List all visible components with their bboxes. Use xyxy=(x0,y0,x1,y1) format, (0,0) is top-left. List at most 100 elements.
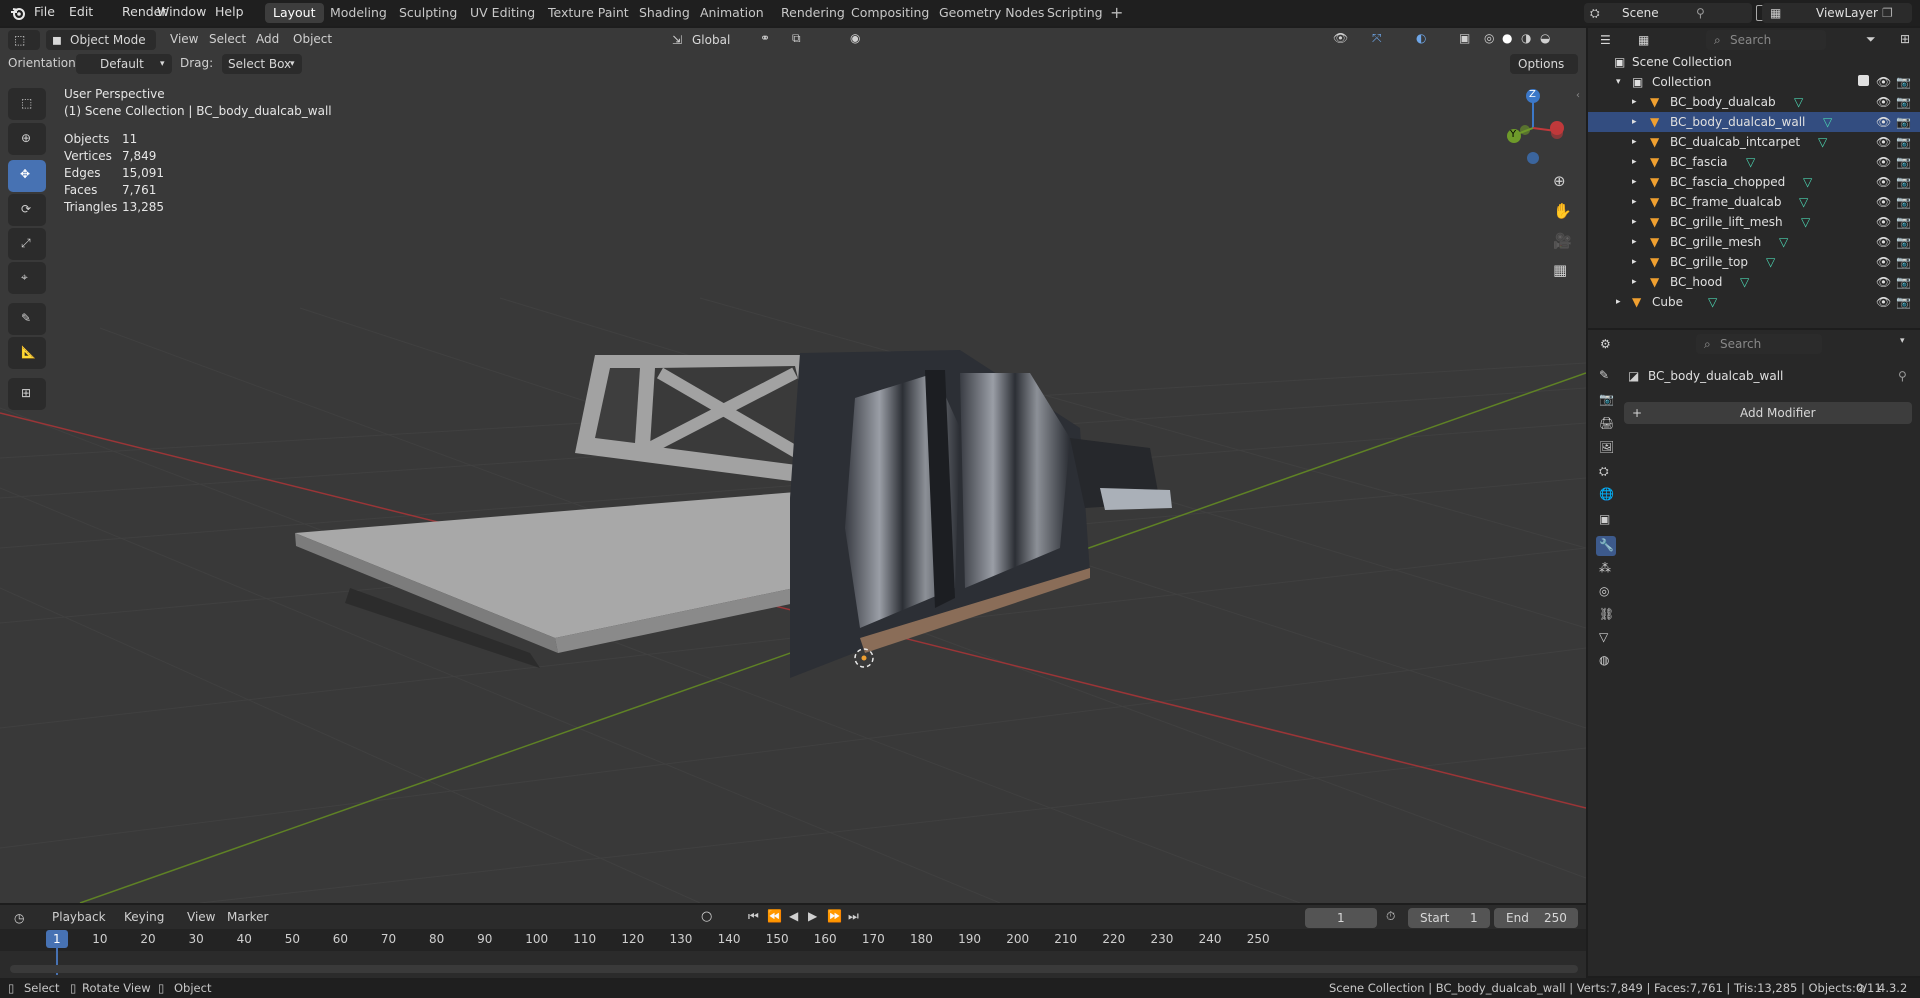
visibility-eye-icon[interactable]: 👁 xyxy=(1876,272,1891,292)
pan-hand-icon[interactable]: ✋ xyxy=(1553,202,1572,220)
render-camera-icon[interactable]: 📷 xyxy=(1896,212,1911,232)
mesh-data-icon[interactable]: ▽ xyxy=(1746,152,1755,172)
outliner-item-cube[interactable]: ▸ ▼ Cube ▽ 👁 📷 xyxy=(1588,292,1920,312)
drag-dropdown[interactable]: Select Box ▾ xyxy=(222,54,302,74)
wireframe-shading-icon[interactable]: ◎ xyxy=(1484,31,1494,45)
render-icon[interactable]: 📷 xyxy=(1596,390,1616,410)
camera-view-icon[interactable]: 🎥 xyxy=(1553,232,1572,250)
transform-orientation-selector[interactable]: ⇲ Global xyxy=(670,30,750,50)
options-button[interactable]: Options xyxy=(1510,54,1578,74)
pivot-icon[interactable]: ⚭ xyxy=(760,31,770,45)
view-layer-selector[interactable]: ▦ ViewLayer ❐ xyxy=(1762,3,1912,23)
data-icon[interactable]: ▽ xyxy=(1596,628,1616,648)
menu-playback[interactable]: Playback xyxy=(52,910,106,924)
chevron-down-icon[interactable]: ▾ xyxy=(1900,336,1905,346)
add-cube-tool[interactable]: ⊞ xyxy=(8,378,46,410)
editor-type-button[interactable]: ⬚ xyxy=(8,30,40,50)
3d-viewport[interactable]: ⬚ ◼ Object Mode View Select Add Object ⇲… xyxy=(0,28,1586,903)
outliner-item[interactable]: ▸ ▼ BC_grille_mesh 👁 📷 ▽ xyxy=(1588,232,1920,252)
visibility-eye-icon[interactable]: 👁 xyxy=(1876,152,1891,172)
outliner-item[interactable]: ▸ ▼ BC_grille_lift_mesh 👁 📷 ▽ xyxy=(1588,212,1920,232)
stopwatch-icon[interactable]: ⏱ xyxy=(1386,909,1395,924)
chevron-right-icon[interactable]: ▸ xyxy=(1632,212,1637,232)
blender-logo-icon[interactable] xyxy=(10,5,26,21)
add-workspace-icon[interactable]: + xyxy=(1110,3,1123,22)
visibility-icon[interactable]: 👁 xyxy=(1333,31,1348,45)
xray-icon[interactable]: ▣ xyxy=(1459,31,1470,45)
tab-modeling[interactable]: Modeling xyxy=(322,3,395,23)
menu-object[interactable]: Object xyxy=(293,32,332,46)
chevron-right-icon[interactable]: ▸ xyxy=(1632,132,1637,152)
modifier-icon[interactable]: 🔧 xyxy=(1596,536,1616,556)
chevron-right-icon[interactable]: ▸ xyxy=(1632,112,1637,132)
menu-edit[interactable]: Edit xyxy=(69,4,93,19)
menu-file[interactable]: File xyxy=(34,4,55,19)
timeline-scrollbar[interactable] xyxy=(10,965,1578,973)
menu-marker[interactable]: Marker xyxy=(227,910,268,924)
play-icon[interactable]: ▶ xyxy=(808,909,817,923)
scene-icon[interactable]: ⛭ xyxy=(1596,462,1616,482)
outliner-editor-type-button[interactable]: ☰ xyxy=(1596,30,1630,50)
tab-shading[interactable]: Shading xyxy=(631,3,698,23)
tool-icon[interactable]: ✎ xyxy=(1596,366,1616,386)
rendered-shading-icon[interactable]: ◒ xyxy=(1540,31,1550,45)
visibility-eye-icon[interactable]: 👁 xyxy=(1876,172,1891,192)
outliner-item[interactable]: ▸ ▼ BC_frame_dualcab 👁 📷 ▽ xyxy=(1588,192,1920,212)
render-camera-icon[interactable]: 📷 xyxy=(1896,292,1911,312)
scene-selector[interactable]: ⛭ Scene ⚲ xyxy=(1584,3,1752,23)
chevron-right-icon[interactable]: ▸ xyxy=(1616,292,1621,312)
measure-tool[interactable]: 📐 xyxy=(8,337,46,369)
render-camera-icon[interactable]: 📷 xyxy=(1896,152,1911,172)
mesh-data-icon[interactable]: ▽ xyxy=(1708,292,1717,312)
render-camera-icon[interactable]: 📷 xyxy=(1896,72,1911,92)
chevron-right-icon[interactable]: ▸ xyxy=(1632,232,1637,252)
end-frame-field[interactable]: End 250 xyxy=(1494,908,1578,928)
chevron-right-icon[interactable]: ▸ xyxy=(1632,152,1637,172)
world-icon[interactable]: 🌐 xyxy=(1596,485,1616,505)
particles-icon[interactable]: ⁂ xyxy=(1596,559,1616,579)
rotate-tool[interactable]: ⟳ xyxy=(8,194,46,226)
render-camera-icon[interactable]: 📷 xyxy=(1896,112,1911,132)
visibility-eye-icon[interactable]: 👁 xyxy=(1876,92,1891,112)
mesh-data-icon[interactable]: ▽ xyxy=(1799,192,1808,212)
visibility-eye-icon[interactable]: 👁 xyxy=(1876,212,1891,232)
render-camera-icon[interactable]: 📷 xyxy=(1896,252,1911,272)
menu-view[interactable]: View xyxy=(170,32,198,46)
start-frame-field[interactable]: Start 1 xyxy=(1408,908,1490,928)
menu-window[interactable]: Window xyxy=(157,4,206,19)
solid-shading-icon[interactable]: ● xyxy=(1502,31,1512,45)
material-icon[interactable]: ◍ xyxy=(1596,651,1616,671)
render-camera-icon[interactable]: 📷 xyxy=(1896,232,1911,252)
previous-keyframe-icon[interactable]: ⏪ xyxy=(767,909,782,923)
current-frame-field[interactable]: 1 xyxy=(1305,908,1377,928)
tab-layout[interactable]: Layout xyxy=(265,3,324,23)
mesh-data-icon[interactable]: ▽ xyxy=(1779,232,1788,252)
sidebar-toggle-icon[interactable]: ‹ xyxy=(1576,90,1580,101)
render-camera-icon[interactable]: 📷 xyxy=(1896,132,1911,152)
properties-editor-type-button[interactable]: ⚙ xyxy=(1596,334,1630,354)
zoom-icon[interactable]: ⊕ xyxy=(1553,172,1566,190)
tab-sculpting[interactable]: Sculpting xyxy=(391,3,465,23)
outliner-item[interactable]: ▸ ▼ BC_fascia 👁 📷 ▽ xyxy=(1588,152,1920,172)
mesh-data-icon[interactable]: ▽ xyxy=(1818,132,1827,152)
mesh-data-icon[interactable]: ▽ xyxy=(1803,172,1812,192)
orientation-dropdown[interactable]: Default ▾ xyxy=(76,54,172,74)
new-view-layer-icon[interactable]: ❐ xyxy=(1882,3,1893,23)
timeline-editor-type-button[interactable]: ◷ xyxy=(8,908,40,928)
tab-rendering[interactable]: Rendering xyxy=(773,3,853,23)
chevron-right-icon[interactable]: ▸ xyxy=(1632,272,1637,292)
jump-end-icon[interactable]: ⏭ xyxy=(848,909,859,924)
visibility-eye-icon[interactable]: 👁 xyxy=(1876,112,1891,132)
play-reverse-icon[interactable]: ◀ xyxy=(789,909,798,923)
pin-icon[interactable]: ⚲ xyxy=(1898,369,1907,383)
menu-add[interactable]: Add xyxy=(256,32,279,46)
tab-geometry-nodes[interactable]: Geometry Nodes xyxy=(931,3,1052,23)
display-mode-button[interactable]: ▦ xyxy=(1634,30,1666,50)
render-camera-icon[interactable]: 📷 xyxy=(1896,172,1911,192)
menu-select[interactable]: Select xyxy=(209,32,246,46)
outliner-item[interactable]: ▸ ▼ BC_body_dualcab 👁 📷 ▽ xyxy=(1588,92,1920,112)
visibility-eye-icon[interactable]: 👁 xyxy=(1876,252,1891,272)
render-camera-icon[interactable]: 📷 xyxy=(1896,92,1911,112)
chevron-right-icon[interactable]: ▸ xyxy=(1632,252,1637,272)
mode-selector[interactable]: ◼ Object Mode xyxy=(46,30,156,50)
